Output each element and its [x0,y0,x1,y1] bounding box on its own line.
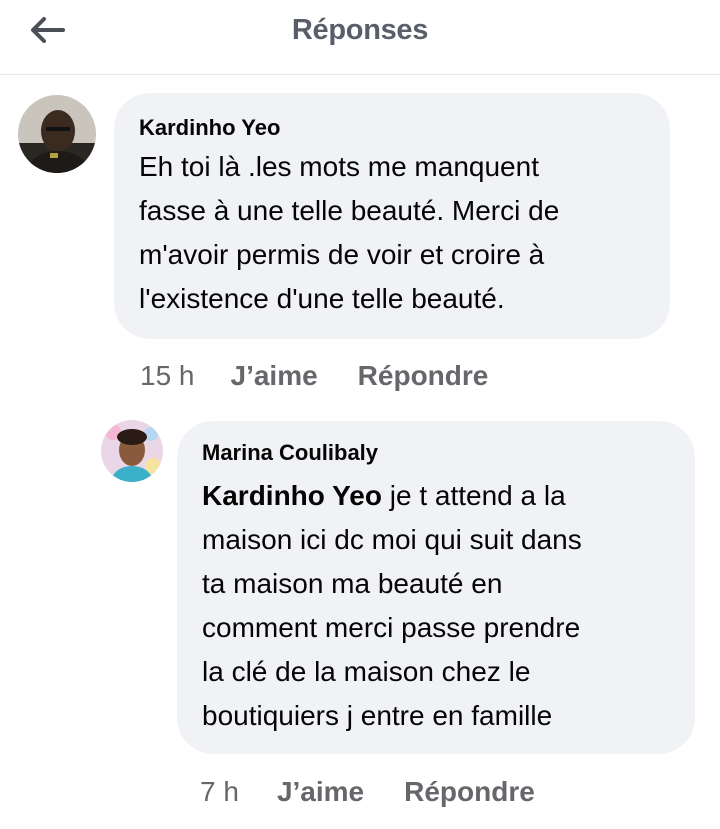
comment-line: m'avoir permis de voir et croire à [139,239,545,270]
user-photo-icon [101,420,163,482]
comment-line: fasse à une telle beauté. Merci de [139,195,560,226]
comment-timestamp[interactable]: 15 h [140,360,195,392]
comment-line: boutiquiers j entre en famille [202,700,553,731]
comment-line: Eh toi là .les mots me manquent [139,151,539,182]
like-button[interactable]: J’aime [231,360,318,392]
mention-link[interactable]: Kardinho Yeo [202,480,382,511]
comment-line: Kardinho Yeo je t attend a la [202,474,692,518]
user-photo-icon [18,95,96,173]
page-title: Réponses [291,14,429,46]
reply-button[interactable]: Répondre [358,360,489,392]
comment-line: ta maison ma beauté en [202,568,503,599]
comment-line-rest: je t attend a la [381,480,566,511]
comment-line: l'existence d'une telle beauté. [139,283,505,314]
like-button[interactable]: J’aime [277,776,364,808]
comment-author[interactable]: Kardinho Yeo [139,115,280,141]
comment-text: Eh toi là .les mots me manquent fasse à … [139,145,669,321]
comment-author[interactable]: Marina Coulibaly [202,440,378,466]
header-bar: Réponses [0,0,720,75]
avatar-marina[interactable] [101,420,163,482]
comment-actions: 7 h J’aime Répondre [200,776,535,808]
comment-line: maison ici dc moi qui suit dans [202,524,582,555]
comment-text: Kardinho Yeo je t attend a la maison ici… [202,474,692,738]
comment-bubble-kardinho: Kardinho Yeo Eh toi là .les mots me manq… [114,93,670,339]
comment-line: la clé de la maison chez le [202,656,531,687]
avatar-kardinho[interactable] [18,95,96,173]
comment-timestamp[interactable]: 7 h [200,776,239,808]
comment-bubble-marina: Marina Coulibaly Kardinho Yeo je t atten… [177,421,695,754]
comment-actions: 15 h J’aime Répondre [140,360,488,392]
reply-button[interactable]: Répondre [404,776,535,808]
comment-line: comment merci passe prendre [202,612,581,643]
